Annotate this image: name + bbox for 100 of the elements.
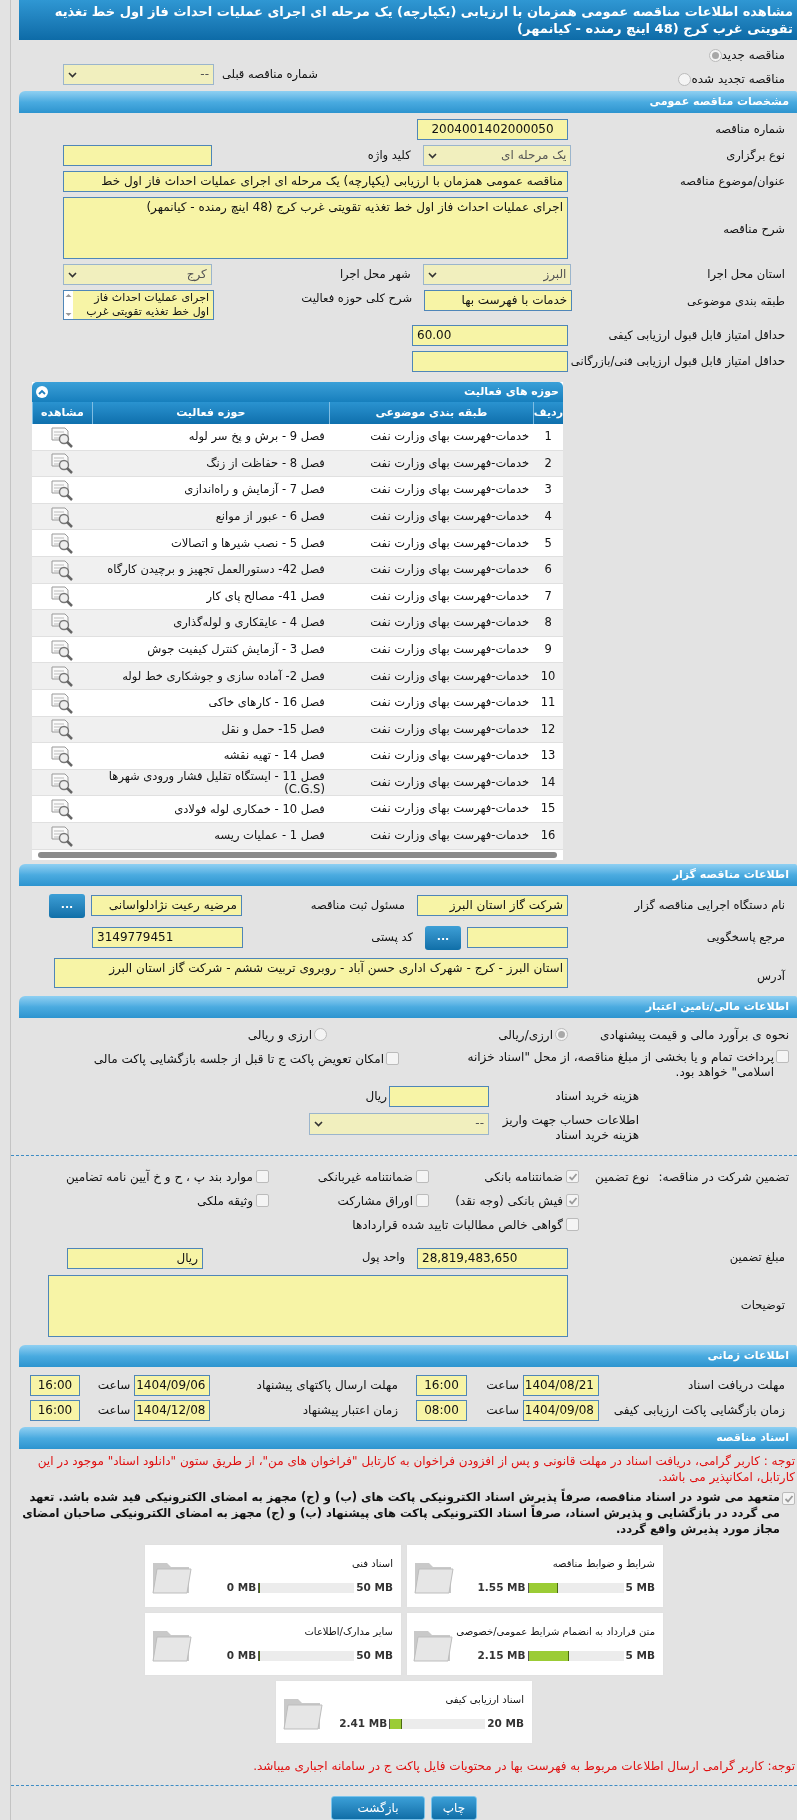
responsible-field[interactable]: مرضیه رعیت نژادلواسانی — [91, 895, 242, 916]
table-cell-text: 3 — [543, 481, 553, 499]
more-button[interactable]: ... — [49, 893, 85, 918]
file-category-title: شرایط و ضوابط مناقصه — [551, 1556, 655, 1571]
table-cell-text: فصل 2- آماده سازی و جوشکاری خط لوله — [121, 669, 326, 683]
used-size: 0 MB — [226, 1579, 257, 1595]
date-field[interactable]: 1404/09/08 — [523, 1399, 599, 1421]
category-field[interactable]: خدمات با فهرست بها — [424, 290, 573, 311]
table-cell-text: 6 — [543, 561, 553, 579]
field-label: نام دستگاه اجرایی مناقصه گزار — [633, 896, 786, 914]
subject-field[interactable]: مناقصه عمومی همزمان با ارزیابی (یکپارچه) یک مرحله ای اجرای عملیات احداث فاز اول خط — [63, 171, 568, 192]
date-field[interactable]: 1404/09/06 — [134, 1374, 211, 1396]
field-label: طبقه بندی موضوعی — [686, 293, 786, 310]
organization-field[interactable]: شرکت گاز استان البرز — [417, 895, 568, 916]
activity-summary-listbox[interactable]: اجرای عملیات احداث فاز اول خط تغذیه تقویتی غرب — [73, 291, 213, 319]
table-cell-text: فصل 7 - آزمایش و راه‌اندازی — [183, 483, 326, 497]
address-field[interactable]: استان البرز - کرج - شهرک اداری حسن آباد - روبروی تربیت ششم - شرکت گاز استان البرز — [54, 957, 568, 988]
table-cell-text: خدمات-فهرست بهای وزارت نفت — [369, 481, 531, 499]
table-cell-text: خدمات-فهرست بهای وزارت نفت — [369, 614, 531, 632]
table-cell-text: فصل 10 - خمکاری لوله فولادی — [173, 802, 326, 816]
page-title: مشاهده اطلاعات مناقصه عمومی همزمان با ارزیابی (یکپارچه) یک مرحله ای اجرای عملیات احداث فاز اول خط تغذیه تقویتی غرب کرج (48 اینچ رمنده - کیانمهر) — [19, 0, 797, 40]
table-cell-text: 8 — [543, 614, 553, 632]
field-label: واحد پول — [360, 1249, 406, 1267]
description-textarea[interactable]: اجرای عملیات احداث فاز اول خط تغذیه تقویتی غرب کرج (48 اینچ رمنده - کیانمهر) — [63, 197, 568, 259]
checkbox-label: اوراق مشارکت — [337, 1192, 413, 1210]
field-label: نوع تضمین — [594, 1168, 649, 1187]
file-category-title: اسناد ارزیابی کیفی — [444, 1692, 524, 1707]
table-cell-text: 7 — [543, 587, 553, 605]
commitment-text: متعهد می شود در اسناد مناقصه، صرفاً پذیرش اسناد الکترونیکی پاکت های (ب) و (ج) مجهز به امضای الکترونیکی قید شده باشد. تعهد می گردد در بازگشایی و پذیرش اسناد، صرفاً اسناد الکترونیکی پاکت های پیشنهاد (ب) و (ج) مجهز به امضای الکترونیکی صاحبان امضای مجاز مورد پذیرش واقع گردد. — [21, 1488, 780, 1537]
field-label: اطلاعات حساب جهت واریز هزینه خرید اسناد — [501, 1112, 639, 1143]
action-button[interactable]: چاپ — [431, 1795, 477, 1820]
table-cell-text: 1 — [543, 428, 553, 446]
tender-number-field[interactable]: 2004001402000050 — [417, 119, 568, 140]
table-cell-text: 4 — [543, 507, 553, 525]
field-label: کلید واژه — [366, 146, 412, 164]
field-label: شرح کلی حوزه فعالیت — [300, 290, 414, 307]
field-label: مهلت دریافت اسناد — [687, 1377, 786, 1394]
checkbox-label: وثیقه ملکی — [196, 1192, 253, 1210]
table-cell-text: فصل 41- مصالح پای کار — [205, 589, 326, 603]
field-label: زمان اعتبار پیشنهاد — [301, 1402, 399, 1419]
field-label: مهلت ارسال پاکتهای پیشنهاد — [255, 1377, 399, 1394]
guarantee-amount-field[interactable]: 28,819,483,650 — [417, 1247, 568, 1269]
account-select[interactable]: -- — [309, 1112, 489, 1135]
size-limit: 20 MB — [487, 1715, 524, 1731]
time-field[interactable]: 16:00 — [30, 1399, 80, 1421]
field-label: نوع برگزاری — [725, 146, 786, 164]
table-cell-text: خدمات-فهرست بهای وزارت نفت — [369, 640, 531, 658]
table-cell-text: فصل 5 - نصب شیرها و اتصالات — [169, 536, 326, 550]
time-field[interactable]: 16:00 — [416, 1374, 467, 1396]
table-cell-text: خدمات-فهرست بهای وزارت نفت — [369, 747, 531, 765]
city-select[interactable]: کرج — [63, 264, 212, 285]
notice-text: توجه : کاربر گرامی، دریافت اسناد در مهلت قانونی و پس از افزودن فراخوان به کارتابل "فراخوان های من"، از طریق ستون "دانلود اسناد" موجود در این کارتابل، امکانپذیر می باشد. — [36, 1452, 795, 1485]
size-limit: 50 MB — [356, 1579, 393, 1595]
used-size: 2.15 MB — [477, 1647, 526, 1663]
date-field[interactable]: 1404/12/08 — [134, 1399, 211, 1421]
province-select[interactable]: البرز — [422, 264, 572, 285]
field-label: نحوه ی برآورد مالی و قیمت پیشنهادی — [599, 1026, 789, 1044]
table-cell-text: فصل 3 - آزمایش کنترل کیفیت جوش — [146, 643, 326, 657]
field-label: ساعت — [96, 1377, 132, 1394]
field-label: تضمین شرکت در مناقصه: — [657, 1168, 789, 1187]
field-label: شرح مناقصه — [722, 221, 786, 238]
field-label: کد پستی — [370, 928, 414, 946]
table-cell-text: فصل 9 - برش و پخ سر لوله — [187, 430, 326, 444]
table-cell-text: خدمات-فهرست بهای وزارت نفت — [369, 587, 531, 605]
field-label: آدرس — [756, 967, 786, 985]
currency-field[interactable]: ریال — [67, 1247, 203, 1269]
date-field[interactable]: 1404/08/21 — [523, 1374, 599, 1396]
table-cell-text: فصل 15- حمل و نقل — [220, 722, 326, 736]
table-cell-text: فصل 1 - عملیات ریسه — [213, 829, 326, 843]
field-label: مسئول ثبت مناقصه — [309, 896, 406, 914]
table-cell-text: خدمات-فهرست بهای وزارت نفت — [369, 720, 531, 738]
previous-tender-select[interactable]: -- — [63, 64, 214, 85]
more-button[interactable]: ... — [425, 925, 461, 950]
table-cell-text: فصل 4 - عایقکاری و لوله‌گذاری — [172, 616, 326, 630]
field-label: ساعت — [485, 1402, 520, 1419]
table-cell-text: خدمات-فهرست بهای وزارت نفت — [369, 428, 531, 446]
table-cell-text: 10 — [539, 667, 557, 685]
postal-code-field[interactable]: 3149779451 — [92, 927, 243, 948]
radio-label: ارزی و ریالی — [247, 1026, 312, 1044]
checkbox-label: گواهی خالص مطالبات تایید شده قراردادها — [352, 1216, 563, 1234]
section-header: اطلاعات مالی/تامین اعتبار — [19, 995, 797, 1018]
radio-label: مناقصه تجدید شده — [691, 71, 785, 88]
table-cell-text: فصل 11 - ایستگاه تقلیل فشار ورودی شهرها (C.G.S) — [107, 769, 326, 796]
holding-type-select[interactable]: یک مرحله ای — [422, 145, 572, 166]
checkbox-label: ضمانتنامه غیربانکی — [317, 1168, 413, 1186]
table-cell-text: خدمات-فهرست بهای وزارت نفت — [369, 773, 531, 791]
table-cell-text: 2 — [543, 454, 553, 472]
section-header: اطلاعات زمانی — [19, 1344, 797, 1367]
table-cell-text: فصل 6 - عبور از موانع — [214, 510, 326, 524]
table-cell-text: خدمات-فهرست بهای وزارت نفت — [369, 534, 531, 552]
field-label: زمان بازگشایی پاکت ارزیابی کیفی — [612, 1402, 786, 1419]
table-cell-text: فصل 42- دستورالعمل تجهیز و برچیدن کارگاه — [106, 563, 326, 577]
used-size: 2.41 MB — [339, 1715, 388, 1731]
section-header: مشخصات مناقصه عمومی — [19, 91, 797, 113]
min-quality-score-field[interactable]: 60.00 — [412, 325, 568, 346]
file-category-title: سایر مدارک/اطلاعات — [303, 1624, 393, 1639]
time-field[interactable]: 08:00 — [416, 1399, 467, 1421]
used-size: 0 MB — [226, 1647, 257, 1663]
action-button[interactable]: بازگشت — [331, 1795, 425, 1820]
time-field[interactable]: 16:00 — [30, 1374, 80, 1396]
